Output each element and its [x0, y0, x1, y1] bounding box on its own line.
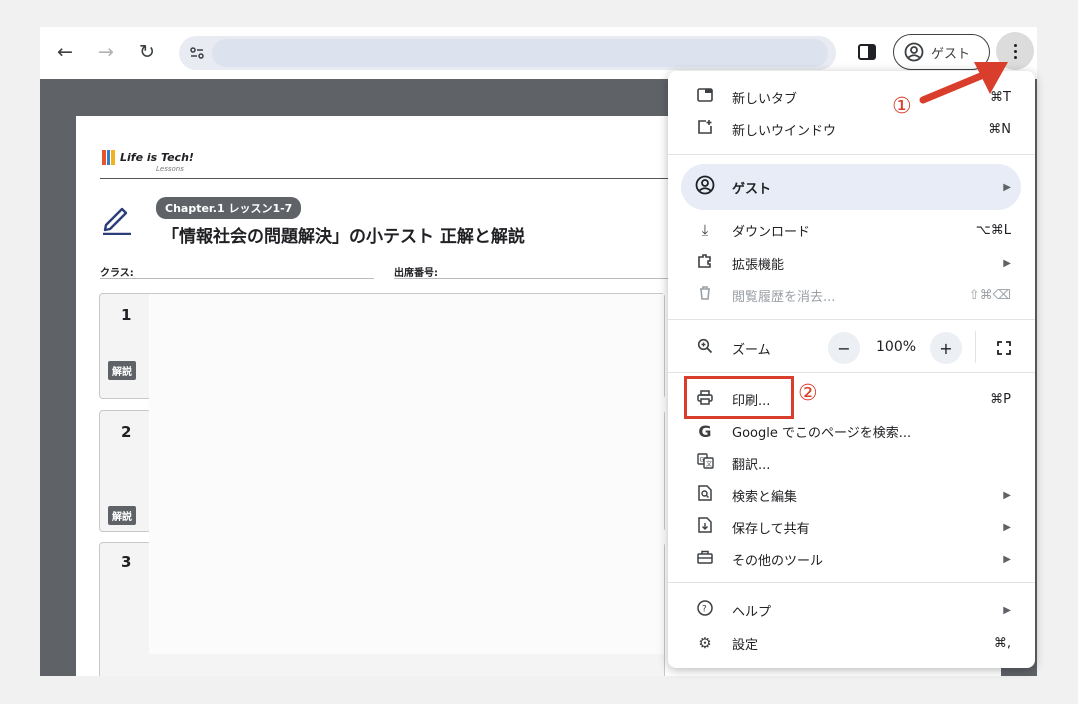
- blurred-content-area: [149, 294, 664, 654]
- menu-item-translate[interactable]: G文 翻訳...: [668, 447, 1035, 479]
- menu-label: 設定: [732, 637, 759, 653]
- menu-label: 新しいウインドウ: [732, 123, 837, 139]
- print-highlight-box: [684, 376, 794, 419]
- question-number: 1: [121, 306, 132, 324]
- step-1-marker: ①: [892, 94, 912, 119]
- menu-label: 新しいタブ: [732, 91, 798, 107]
- gear-icon: ⚙: [698, 634, 712, 652]
- menu-divider: [668, 319, 1035, 320]
- new-tab-icon: [695, 88, 715, 106]
- menu-item-google-search[interactable]: G Google でこのページを検索...: [668, 415, 1035, 447]
- menu-item-settings[interactable]: ⚙ 設定 ⌘,: [668, 627, 1035, 659]
- puzzle-icon: [695, 253, 715, 273]
- address-bar[interactable]: [179, 36, 836, 70]
- arrow-right-icon: →: [98, 41, 114, 63]
- find-in-page-icon: [695, 485, 715, 505]
- tune-icon: [190, 47, 204, 59]
- menu-label: 拡張機能: [732, 257, 785, 273]
- chrome-menu: 新しいタブ ⌘T 新しいウインドウ ⌘N ゲスト ▶ ⤓ ダウンロード ⌥⌘L …: [668, 71, 1035, 668]
- menu-item-save-share[interactable]: 保存して共有 ▶: [668, 511, 1035, 543]
- fullscreen-icon: [997, 341, 1011, 355]
- toolbox-icon: [695, 550, 715, 568]
- svg-text:G: G: [699, 457, 704, 464]
- menu-divider: [668, 372, 1035, 373]
- fullscreen-button[interactable]: [988, 332, 1020, 364]
- reload-button[interactable]: ↻: [133, 38, 161, 66]
- menu-item-search-edit[interactable]: 検索と編集 ▶: [668, 479, 1035, 511]
- header-divider: [100, 178, 740, 179]
- account-circle-icon: [695, 175, 715, 199]
- lifeistech-logo: Life is Tech!: [102, 150, 194, 165]
- menu-item-help[interactable]: ? ヘルプ ▶: [668, 594, 1035, 626]
- menu-divider: [668, 582, 1035, 583]
- menu-label: ゲスト: [732, 181, 772, 197]
- menu-item-more-tools[interactable]: その他のツール ▶: [668, 543, 1035, 575]
- google-g-icon: G: [698, 421, 712, 441]
- menu-shortcut: ⌘N: [988, 121, 1011, 137]
- download-icon: ⤓: [701, 221, 709, 239]
- chevron-right-icon: ▶: [1003, 181, 1011, 193]
- question-number: 3: [121, 553, 132, 571]
- trash-icon: [695, 285, 715, 305]
- chevron-right-icon: ▶: [1003, 257, 1011, 269]
- logo-subtext: Lessons: [156, 165, 184, 173]
- new-window-icon: [695, 119, 715, 139]
- red-arrow-icon: [919, 62, 1008, 104]
- menu-divider: [668, 154, 1035, 155]
- help-icon: ?: [695, 600, 715, 620]
- menu-label: ヘルプ: [732, 604, 772, 620]
- zoom-divider: [975, 331, 976, 363]
- pencil-icon: [100, 201, 134, 243]
- menu-label: Google でこのページを検索...: [732, 425, 912, 441]
- seat-number-label: 出席番号:: [394, 268, 438, 279]
- menu-item-guest[interactable]: ゲスト ▶: [668, 171, 1035, 203]
- menu-shortcut: ⌘P: [990, 391, 1011, 407]
- zoom-level: 100%: [876, 339, 917, 355]
- forward-button[interactable]: →: [92, 38, 120, 66]
- menu-item-clear-history[interactable]: 閲覧履歴を消去... ⇧⌘⌫: [668, 279, 1035, 311]
- document-title: 「情報社会の問題解決」の小テスト 正解と解説: [162, 227, 525, 247]
- menu-label: その他のツール: [732, 553, 824, 569]
- question-number: 2: [121, 423, 132, 441]
- menu-shortcut: ⇧⌘⌫: [968, 287, 1011, 303]
- side-panel-button[interactable]: [853, 38, 881, 66]
- menu-shortcut: ⌘,: [993, 635, 1011, 651]
- save-share-icon: [695, 517, 715, 537]
- chapter-badge: Chapter.1 レッスン1-7: [156, 197, 302, 219]
- chevron-right-icon: ▶: [1003, 489, 1011, 501]
- explanation-badge: 解説: [108, 361, 136, 380]
- logo-text: Life is Tech!: [120, 151, 194, 164]
- zoom-in-button[interactable]: +: [930, 332, 962, 364]
- site-settings-button[interactable]: [185, 41, 209, 65]
- translate-icon: G文: [695, 453, 715, 473]
- class-field-line: [100, 278, 374, 279]
- svg-text:?: ?: [702, 605, 707, 615]
- arrow-left-icon: ←: [57, 41, 73, 63]
- menu-label: 閲覧履歴を消去...: [732, 289, 836, 305]
- class-label: クラス:: [100, 268, 134, 279]
- explanation-badge: 解説: [108, 506, 136, 525]
- back-button[interactable]: ←: [51, 38, 79, 66]
- chevron-right-icon: ▶: [1003, 521, 1011, 533]
- menu-label: 保存して共有: [732, 521, 810, 537]
- url-field[interactable]: [212, 39, 828, 67]
- seat-field-line: [394, 278, 694, 279]
- menu-label: 検索と編集: [732, 489, 798, 505]
- menu-item-downloads[interactable]: ⤓ ダウンロード ⌥⌘L: [668, 214, 1035, 246]
- menu-label: ズーム: [732, 342, 771, 358]
- logo-mark-icon: [102, 150, 116, 165]
- menu-shortcut: ⌥⌘L: [975, 222, 1011, 238]
- step-2-marker: ②: [798, 381, 818, 406]
- menu-item-new-window[interactable]: 新しいウインドウ ⌘N: [668, 113, 1035, 145]
- menu-label: 翻訳...: [732, 457, 771, 473]
- zoom-in-icon: [695, 338, 715, 358]
- menu-item-extensions[interactable]: 拡張機能 ▶: [668, 247, 1035, 279]
- chevron-right-icon: ▶: [1003, 604, 1011, 616]
- chevron-right-icon: ▶: [1003, 553, 1011, 565]
- svg-text:文: 文: [706, 460, 712, 468]
- side-panel-icon: [858, 44, 876, 60]
- zoom-out-button[interactable]: −: [828, 332, 860, 364]
- menu-label: ダウンロード: [732, 224, 811, 240]
- reload-icon: ↻: [139, 41, 155, 63]
